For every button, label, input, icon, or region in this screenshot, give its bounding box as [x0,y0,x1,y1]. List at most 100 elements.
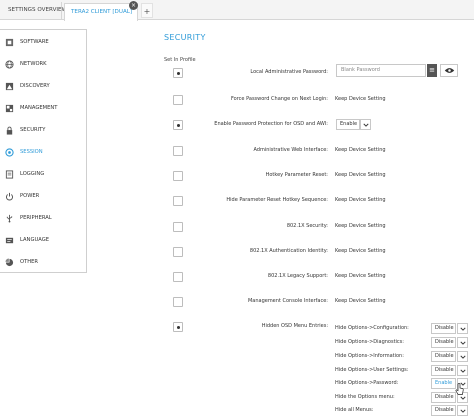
chevron-down-icon[interactable] [457,337,468,348]
sidebar-item-other[interactable]: OTHER [0,251,86,273]
setting-row-admin-web-interface: Administrative Web Interface: Keep Devic… [164,146,474,160]
setting-row-password-protection: Enable Password Protection for OSD and A… [164,119,474,134]
language-icon [4,235,14,245]
chevron-down-icon[interactable] [457,405,468,416]
setting-label: Local Administrative Password: [250,69,328,75]
set-in-profile-checkbox[interactable] [173,272,183,282]
setting-value: Keep Device Setting [335,223,386,229]
set-in-profile-checkbox[interactable] [173,120,183,130]
close-icon[interactable]: × [129,1,138,10]
sidebar-item-management[interactable]: MANAGEMENT [0,97,86,119]
setting-label: Administrative Web Interface: [253,147,328,153]
setting-value: Keep Device Setting [335,248,386,254]
sidebar-item-software[interactable]: SOFTWARE [0,31,86,53]
osd-entry-select[interactable]: Disable [431,351,456,362]
osd-entry-all-menus: Hide all Menus: Disable [334,405,474,417]
session-icon [4,147,14,157]
chevron-down-icon[interactable] [360,119,371,130]
sidebar-item-peripheral[interactable]: PERIPHERAL [0,207,86,229]
osd-entry-select[interactable]: Disable [431,405,456,416]
other-icon [4,257,14,267]
sidebar-item-session[interactable]: SESSION [0,141,86,163]
setting-row-management-console: Management Console Interface: Keep Devic… [164,297,474,311]
setting-row-hotkey-parameter-reset: Hotkey Parameter Reset: Keep Device Sett… [164,171,474,185]
osd-entry-label: Hide Options->Configuration: [335,325,409,331]
setting-label: Management Console Interface: [247,298,328,304]
setting-label: Force Password Change on Next Login: [230,96,328,102]
osd-entry-label: Hide Options->Information: [335,353,404,359]
sidebar-item-label: SECURITY [20,127,46,133]
sidebar-item-label: OTHER [20,259,39,265]
password-input[interactable]: Blank Password [336,64,426,77]
osd-entry-label: Hide Options->Password: [335,380,399,386]
chevron-down-icon[interactable] [457,323,468,334]
osd-entry-select[interactable]: Disable [431,337,456,348]
osd-entry-select[interactable]: Disable [431,365,456,376]
sidebar-item-power[interactable]: POWER [0,185,86,207]
osd-entry-information: Hide Options->Information: Disable [334,351,474,363]
tab-bar: SETTINGS OVERVIEW TERA2 CLIENT [DUAL] × … [0,0,474,21]
set-in-profile-checkbox[interactable] [173,322,183,332]
hand-cursor-icon [455,383,464,395]
tab-settings-overview[interactable]: SETTINGS OVERVIEW [2,2,67,20]
setting-label: Hotkey Parameter Reset: [265,172,328,178]
lock-icon [4,125,14,135]
sidebar-item-security[interactable]: SECURITY [0,119,86,141]
password-menu-button[interactable]: ≡ [427,64,437,77]
software-icon [4,37,14,47]
set-in-profile-checkbox[interactable] [173,171,183,181]
sidebar-item-label: LOGGING [20,171,45,177]
set-in-profile-checkbox[interactable] [173,68,183,78]
sidebar-item-label: NETWORK [20,61,47,67]
osd-entry-label: Hide the Options menu: [335,394,395,400]
tab-label: TERA2 CLIENT [DUAL] [71,9,133,15]
chevron-down-icon[interactable] [457,351,468,362]
chevron-down-icon[interactable] [457,365,468,376]
set-in-profile-checkbox[interactable] [173,247,183,257]
setting-value: Keep Device Setting [335,197,386,203]
sidebar-item-label: SOFTWARE [20,39,49,45]
osd-entry-options-menu: Hide the Options menu: Disable [334,392,474,404]
setting-row-hide-reset-hotkey: Hide Parameter Reset Hotkey Sequence: Ke… [164,196,474,210]
setting-row-8021x-identity: 802.1X Authentication Identity: Keep Dev… [164,247,474,261]
setting-row-8021x-security: 802.1X Security: Keep Device Setting [164,222,474,236]
sidebar-item-label: MANAGEMENT [20,105,58,111]
sidebar: SOFTWARE NETWORK DISCOVERY MANAGEMENT SE… [0,29,87,273]
select-value: Enable [340,121,358,127]
logging-icon [4,169,14,179]
osd-entry-select[interactable]: Disable [431,323,456,334]
setting-value: Keep Device Setting [335,298,386,304]
set-in-profile-checkbox[interactable] [173,196,183,206]
osd-entry-label: Hide Options->User Settings: [335,367,409,373]
osd-entry-select[interactable]: Enable [431,378,456,389]
discovery-icon [4,81,14,91]
setting-label: Hide Parameter Reset Hotkey Sequence: [226,197,328,203]
setting-value: Keep Device Setting [335,273,386,279]
sidebar-item-label: PERIPHERAL [20,215,52,221]
sidebar-item-network[interactable]: NETWORK [0,53,86,75]
eye-icon[interactable] [440,64,458,77]
sidebar-item-label: POWER [20,193,40,199]
set-in-profile-checkbox[interactable] [173,95,183,105]
osd-entry-password: Hide Options->Password: Enable [334,378,474,390]
password-protection-select[interactable]: Enable [336,119,371,130]
setting-row-8021x-legacy: 802.1X Legacy Support: Keep Device Setti… [164,272,474,286]
set-in-profile-header: Set In Profile [164,57,196,63]
add-tab-button[interactable]: + [141,3,153,18]
set-in-profile-checkbox[interactable] [173,222,183,232]
tab-tera2-client[interactable]: TERA2 CLIENT [DUAL] × [64,1,138,21]
set-in-profile-checkbox[interactable] [173,297,183,307]
setting-value: Keep Device Setting [335,172,386,178]
network-icon [4,59,14,69]
sidebar-item-language[interactable]: LANGUAGE [0,229,86,251]
setting-row-force-password-change: Force Password Change on Next Login: Kee… [164,95,474,109]
osd-entry-select[interactable]: Disable [431,392,456,403]
set-in-profile-checkbox[interactable] [173,146,183,156]
osd-entry-label: Hide Options->Diagnostics: [335,339,404,345]
management-icon [4,103,14,113]
osd-entry-user-settings: Hide Options->User Settings: Disable [334,365,474,377]
osd-entry-label: Hide all Menus: [335,407,374,413]
sidebar-item-logging[interactable]: LOGGING [0,163,86,185]
sidebar-item-discovery[interactable]: DISCOVERY [0,75,86,97]
sidebar-item-label: SESSION [20,149,43,155]
